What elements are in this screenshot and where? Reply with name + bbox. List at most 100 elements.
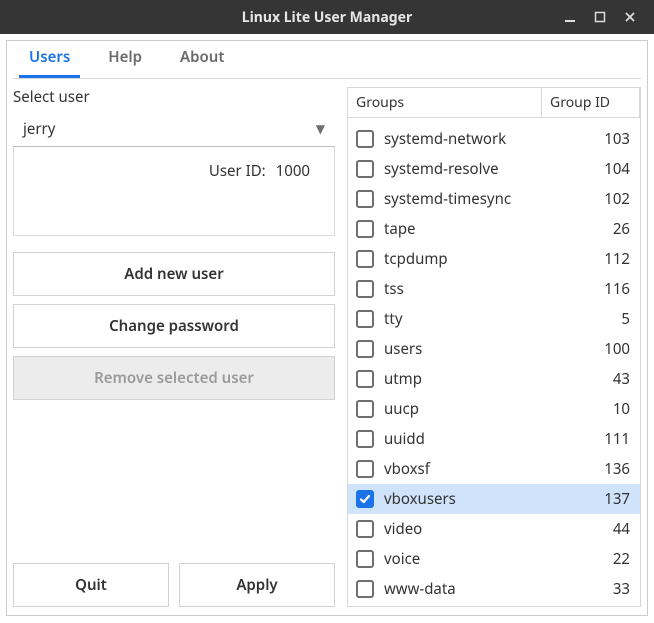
group-name: vboxsf <box>384 459 580 479</box>
group-name: systemd-resolve <box>384 159 580 179</box>
user-id-row: User ID: 1000 <box>13 147 335 236</box>
apply-label: Apply <box>236 575 277 595</box>
table-row[interactable]: vboxsf136 <box>348 454 640 484</box>
group-name: vboxusers <box>384 489 580 509</box>
group-id: 10 <box>580 399 630 419</box>
table-row[interactable]: tty5 <box>348 304 640 334</box>
group-id: 137 <box>580 489 630 509</box>
group-checkbox[interactable] <box>356 430 374 448</box>
user-id-value: 1000 <box>276 161 310 181</box>
table-row[interactable]: systemd-resolve104 <box>348 154 640 184</box>
main-content: Select user jerry ▼ User ID: 1000 Add ne… <box>13 87 641 607</box>
group-name: users <box>384 339 580 359</box>
group-id: 33 <box>580 579 630 599</box>
table-row[interactable]: systemd-timesync102 <box>348 184 640 214</box>
group-checkbox[interactable] <box>356 250 374 268</box>
group-name: voice <box>384 549 580 569</box>
group-checkbox[interactable] <box>356 190 374 208</box>
table-row[interactable]: utmp43 <box>348 364 640 394</box>
group-checkbox[interactable] <box>356 130 374 148</box>
window-title: Linux Lite User Manager <box>242 8 412 27</box>
group-id: 104 <box>580 159 630 179</box>
group-name: tty <box>384 309 580 329</box>
group-id: 136 <box>580 459 630 479</box>
table-row[interactable]: vboxusers137 <box>348 484 640 514</box>
window-body: UsersHelpAbout Select user jerry ▼ User … <box>6 40 648 616</box>
remove-user-label: Remove selected user <box>94 368 254 388</box>
minimize-button[interactable] <box>562 9 578 25</box>
chevron-down-icon: ▼ <box>316 120 325 137</box>
add-user-button[interactable]: Add new user <box>13 252 335 296</box>
remove-user-button: Remove selected user <box>13 356 335 400</box>
tab-help[interactable]: Help <box>98 39 152 78</box>
group-id: 100 <box>580 339 630 359</box>
add-user-label: Add new user <box>124 264 223 284</box>
group-id: 43 <box>580 369 630 389</box>
group-name: tss <box>384 279 580 299</box>
table-row[interactable]: uuidd111 <box>348 424 640 454</box>
group-checkbox[interactable] <box>356 160 374 178</box>
groups-grid: Groups Group ID systemd-journal101 system… <box>347 87 641 607</box>
group-id: 26 <box>580 219 630 239</box>
quit-label: Quit <box>75 575 107 595</box>
titlebar: Linux Lite User Manager <box>0 0 654 34</box>
group-name: systemd-journal <box>384 118 580 119</box>
tab-users[interactable]: Users <box>19 39 80 78</box>
group-name: www-data <box>384 579 580 599</box>
group-checkbox[interactable] <box>356 310 374 328</box>
group-checkbox[interactable] <box>356 490 374 508</box>
tabbar: UsersHelpAbout <box>13 45 641 79</box>
apply-button[interactable]: Apply <box>179 563 335 607</box>
table-row[interactable]: tss116 <box>348 274 640 304</box>
close-button[interactable] <box>622 9 638 25</box>
table-row[interactable]: tcpdump112 <box>348 244 640 274</box>
group-id: 116 <box>580 279 630 299</box>
maximize-button[interactable] <box>592 9 608 25</box>
table-row[interactable]: users100 <box>348 334 640 364</box>
group-checkbox[interactable] <box>356 580 374 598</box>
grid-body[interactable]: systemd-journal101systemd-network103syst… <box>348 118 640 606</box>
group-checkbox[interactable] <box>356 340 374 358</box>
table-row[interactable]: tape26 <box>348 214 640 244</box>
group-checkbox[interactable] <box>356 280 374 298</box>
select-user-label: Select user <box>13 87 335 107</box>
group-checkbox[interactable] <box>356 550 374 568</box>
table-row[interactable]: voice22 <box>348 544 640 574</box>
group-id: 22 <box>580 549 630 569</box>
group-checkbox[interactable] <box>356 400 374 418</box>
table-row[interactable]: video44 <box>348 514 640 544</box>
user-id-label: User ID: <box>209 161 266 181</box>
change-password-label: Change password <box>109 316 239 336</box>
group-id: 111 <box>580 429 630 449</box>
group-name: systemd-network <box>384 129 580 149</box>
column-groups[interactable]: Groups <box>348 88 542 117</box>
group-checkbox[interactable] <box>356 370 374 388</box>
change-password-button[interactable]: Change password <box>13 304 335 348</box>
table-row[interactable]: uucp10 <box>348 394 640 424</box>
user-select[interactable]: jerry ▼ <box>13 111 335 147</box>
group-name: tape <box>384 219 580 239</box>
tab-about[interactable]: About <box>170 39 234 78</box>
quit-button[interactable]: Quit <box>13 563 169 607</box>
bottom-actions: Quit Apply <box>13 563 335 607</box>
group-id: 101 <box>580 118 630 119</box>
group-id: 5 <box>580 309 630 329</box>
table-row[interactable]: www-data33 <box>348 574 640 604</box>
group-id: 112 <box>580 249 630 269</box>
table-row[interactable]: systemd-network103 <box>348 124 640 154</box>
group-id: 44 <box>580 519 630 539</box>
left-panel: Select user jerry ▼ User ID: 1000 Add ne… <box>13 87 335 607</box>
column-group-id[interactable]: Group ID <box>542 88 640 117</box>
group-name: video <box>384 519 580 539</box>
group-checkbox[interactable] <box>356 460 374 478</box>
group-checkbox[interactable] <box>356 220 374 238</box>
window-controls <box>562 0 648 34</box>
user-select-value: jerry <box>23 119 55 139</box>
group-checkbox[interactable] <box>356 520 374 538</box>
group-name: uucp <box>384 399 580 419</box>
grid-header: Groups Group ID <box>348 88 640 118</box>
group-name: utmp <box>384 369 580 389</box>
group-name: tcpdump <box>384 249 580 269</box>
group-id: 102 <box>580 189 630 209</box>
group-id: 103 <box>580 129 630 149</box>
